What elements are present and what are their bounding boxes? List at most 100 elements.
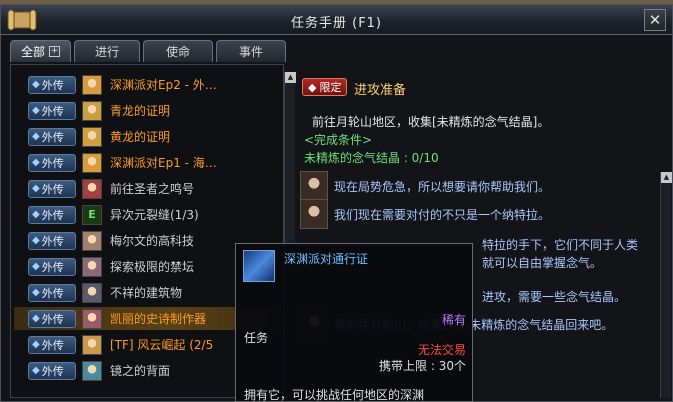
quest-title: 异次元裂缝(1/3)	[110, 208, 199, 222]
scroll-up-icon[interactable]: ▲	[285, 72, 296, 83]
dialog-text: 现在局势危急，所以想要请你帮助我们。	[334, 179, 551, 194]
dialog-text: 我们现在需要对付的不只是一个纳特拉。	[334, 207, 551, 222]
tab-in-progress[interactable]: 进行	[74, 40, 141, 62]
quest-npc-icon	[82, 178, 102, 199]
quest-tag[interactable]: ◆ 外传	[28, 153, 76, 172]
item-rarity: 稀有	[441, 313, 466, 327]
npc-avatar	[300, 199, 328, 229]
pass-item-icon	[243, 250, 275, 282]
dialog-text: 进攻，需要一些念气结晶。	[482, 289, 627, 304]
quest-title: 前往圣者之鸣号	[110, 182, 195, 196]
close-button[interactable]: ✕	[644, 9, 666, 31]
quest-tag[interactable]: ◆ 外传	[28, 75, 76, 94]
quest-npc-icon	[82, 152, 102, 173]
quest-tag-label: 外传	[41, 260, 64, 274]
quest-npc-icon	[82, 334, 102, 355]
quest-tag-label: 外传	[41, 338, 64, 352]
quest-tag[interactable]: ◆ 外传	[28, 361, 76, 380]
quest-npc-icon	[82, 308, 102, 329]
item-name: 深渊派对通行证	[284, 252, 369, 266]
tab-mission[interactable]: 使命	[143, 40, 214, 62]
limited-badge-label: 限定	[319, 81, 342, 94]
quest-tag-label: 外传	[41, 156, 64, 170]
quest-tag-label: 外传	[41, 286, 64, 300]
quest-title: 探索极限的禁坛	[110, 260, 195, 274]
quest-tag[interactable]: ◆ 外传	[28, 257, 76, 276]
dialog-line: 我们现在需要对付的不只是一个纳特拉。	[300, 198, 550, 230]
quest-npc-icon	[82, 100, 102, 121]
item-tooltip: 深渊派对通行证 稀有 任务 无法交易 携带上限 : 30个 拥有它，可以挑战任何…	[235, 243, 473, 402]
title-bar[interactable]: 任务手册 (F1) ✕	[1, 5, 672, 35]
quest-row[interactable]: ◆ 外传 青龙的证明	[14, 99, 282, 122]
quest-tag[interactable]: ◆ 外传	[28, 309, 76, 328]
quest-npc-icon	[82, 256, 102, 277]
expand-plus-icon[interactable]: +	[49, 46, 61, 57]
tab-in-progress-label: 进行	[95, 45, 120, 59]
quest-tag-label: 外传	[41, 130, 64, 144]
dialog-text: 就可以自由掌握念气。	[482, 255, 603, 270]
quest-tag[interactable]: ◆ 外传	[28, 127, 76, 146]
quest-tag[interactable]: ◆ 外传	[28, 231, 76, 250]
tag-diamond-icon: ◆	[32, 339, 40, 350]
filter-tabs: 全部 + 进行 使命 事件	[10, 40, 287, 62]
quest-npc-icon	[82, 230, 102, 251]
tag-diamond-icon: ◆	[32, 235, 40, 246]
quest-title: 黄龙的证明	[110, 130, 171, 144]
quest-title: 进攻准备	[354, 83, 407, 98]
quest-npc-icon	[82, 74, 102, 95]
quest-tag[interactable]: ◆ 外传	[28, 335, 76, 354]
quest-tag[interactable]: ◆ 外传	[28, 205, 76, 224]
item-carry-limit: 携带上限 : 30个	[379, 359, 466, 373]
tab-all[interactable]: 全部 +	[10, 40, 72, 62]
dialog-scrollbar[interactable]: ▲	[660, 172, 672, 398]
badge-flag-icon: ◆	[308, 80, 317, 94]
tab-event[interactable]: 事件	[216, 40, 287, 62]
quest-npc-icon: E	[82, 204, 102, 225]
quest-npc-icon	[82, 360, 102, 381]
quest-tag[interactable]: ◆ 外传	[28, 283, 76, 302]
completion-condition-item: 未精炼的念气结晶 : 0/10	[304, 151, 439, 165]
quest-row[interactable]: ◆ 外传 黄龙的证明	[14, 125, 282, 148]
quest-npc-icon	[82, 282, 102, 303]
item-description: 拥有它，可以挑战任何地区的深渊	[244, 388, 425, 402]
quest-tag-label: 外传	[41, 364, 64, 378]
tab-mission-label: 使命	[166, 45, 191, 59]
quest-tag-label: 外传	[41, 208, 64, 222]
close-icon: ✕	[648, 11, 662, 29]
tag-diamond-icon: ◆	[32, 287, 40, 298]
quest-npc-icon	[82, 126, 102, 147]
completion-condition-label: <完成条件>	[304, 133, 373, 147]
tag-diamond-icon: ◆	[32, 79, 40, 90]
quest-tag[interactable]: ◆ 外传	[28, 179, 76, 198]
quest-title: [TF] 风云崛起 (2/5	[110, 338, 214, 352]
quest-row[interactable]: ◆ 外传 深渊派对Ep2 - 外…	[14, 73, 282, 96]
quest-tag-label: 外传	[41, 312, 64, 326]
scroll-up-icon[interactable]: ▲	[661, 172, 672, 183]
tag-diamond-icon: ◆	[32, 365, 40, 376]
quest-tag-label: 外传	[41, 78, 64, 92]
npc-avatar	[300, 171, 328, 201]
tag-diamond-icon: ◆	[32, 261, 40, 272]
quest-title: 深渊派对Ep1 - 海…	[110, 156, 217, 170]
quest-title: 深渊派对Ep2 - 外…	[110, 78, 217, 92]
quest-title: 镜之的背面	[110, 364, 171, 378]
quest-title: 青龙的证明	[110, 104, 171, 118]
tag-diamond-icon: ◆	[32, 157, 40, 168]
quest-row[interactable]: ◆ 外传 深渊派对Ep1 - 海…	[14, 151, 282, 174]
dialog-line: 就可以自由掌握念气。	[476, 246, 602, 278]
tag-diamond-icon: ◆	[32, 183, 40, 194]
quest-title: 不祥的建筑物	[110, 286, 183, 300]
quest-row[interactable]: ◆ 外传 前往圣者之鸣号	[14, 177, 282, 200]
quest-tag-label: 外传	[41, 234, 64, 248]
tag-diamond-icon: ◆	[32, 209, 40, 220]
quest-row[interactable]: ◆ 外传 E 异次元裂缝(1/3)	[14, 203, 282, 226]
quest-description: 前往月轮山地区，收集[未精炼的念气结晶]。	[312, 115, 550, 129]
item-trade-status: 无法交易	[417, 343, 466, 357]
quest-tag[interactable]: ◆ 外传	[28, 101, 76, 120]
quest-title: 凯丽的史诗制作器	[110, 312, 207, 326]
tag-diamond-icon: ◆	[32, 313, 40, 324]
quest-tag-label: 外传	[41, 104, 64, 118]
window-title: 任务手册 (F1)	[290, 16, 383, 31]
limited-badge: ◆ 限定	[302, 78, 348, 96]
tag-diamond-icon: ◆	[32, 105, 40, 116]
